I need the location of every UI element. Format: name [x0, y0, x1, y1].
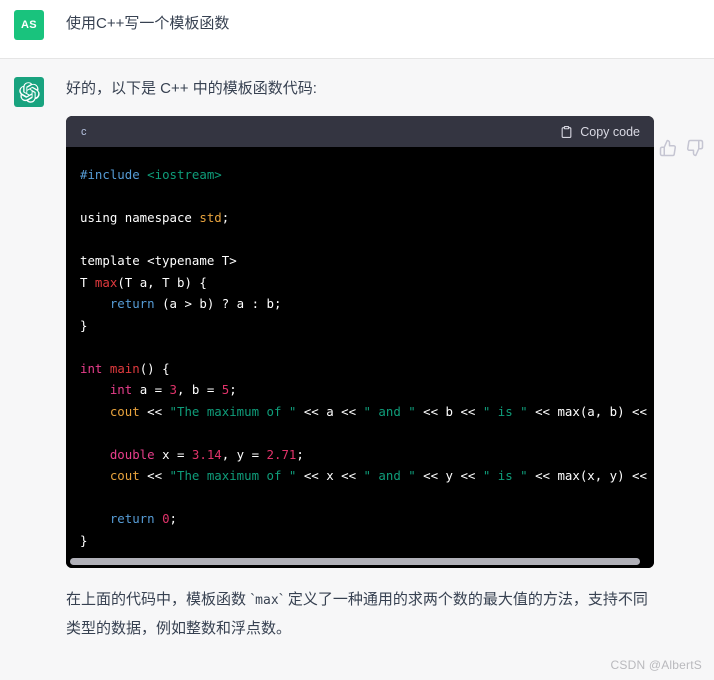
assistant-intro-text: 好的，以下是 C++ 中的模板函数代码:: [66, 80, 317, 97]
code-content: #include <iostream> using namespace std;…: [80, 167, 654, 548]
inline-code-max: max: [255, 593, 279, 608]
closing-text-leading: 在上面的代码中，模板函数 `: [66, 591, 256, 608]
assistant-closing-paragraph: 在上面的代码中，模板函数 `max` 定义了一种通用的求两个数的最大值的方法，支…: [66, 586, 656, 643]
thumbs-down-icon[interactable]: [686, 139, 704, 157]
assistant-avatar: [14, 77, 44, 107]
assistant-message-body: 好的，以下是 C++ 中的模板函数代码: c Copy code #includ…: [66, 75, 700, 643]
code-block-header: c Copy code: [66, 116, 654, 147]
clipboard-icon: [560, 125, 573, 139]
assistant-message-row: 好的，以下是 C++ 中的模板函数代码: c Copy code #includ…: [0, 59, 714, 680]
user-message-row: AS 使用C++写一个模板函数: [0, 0, 714, 59]
chat-conversation: AS 使用C++写一个模板函数 好的，以下是 C++ 中的模板函数代码: c C…: [0, 0, 714, 680]
user-avatar: AS: [14, 10, 44, 40]
user-message-body: 使用C++写一个模板函数: [66, 8, 700, 36]
copy-code-button[interactable]: Copy code: [560, 125, 640, 139]
code-horizontal-scrollbar[interactable]: [66, 555, 654, 568]
csdn-watermark: CSDN @AlbertS: [610, 658, 702, 672]
feedback-actions: [659, 139, 704, 157]
thumbs-up-icon[interactable]: [659, 139, 677, 157]
code-block: c Copy code #include <iostream> using na…: [66, 116, 654, 568]
user-message-text: 使用C++写一个模板函数: [66, 15, 230, 32]
code-language-label: c: [81, 125, 87, 138]
scrollbar-thumb[interactable]: [70, 558, 640, 565]
copy-code-label: Copy code: [580, 124, 640, 139]
openai-logo-icon: [18, 81, 40, 103]
user-avatar-initials: AS: [21, 19, 37, 31]
code-block-body[interactable]: #include <iostream> using namespace std;…: [66, 147, 654, 555]
